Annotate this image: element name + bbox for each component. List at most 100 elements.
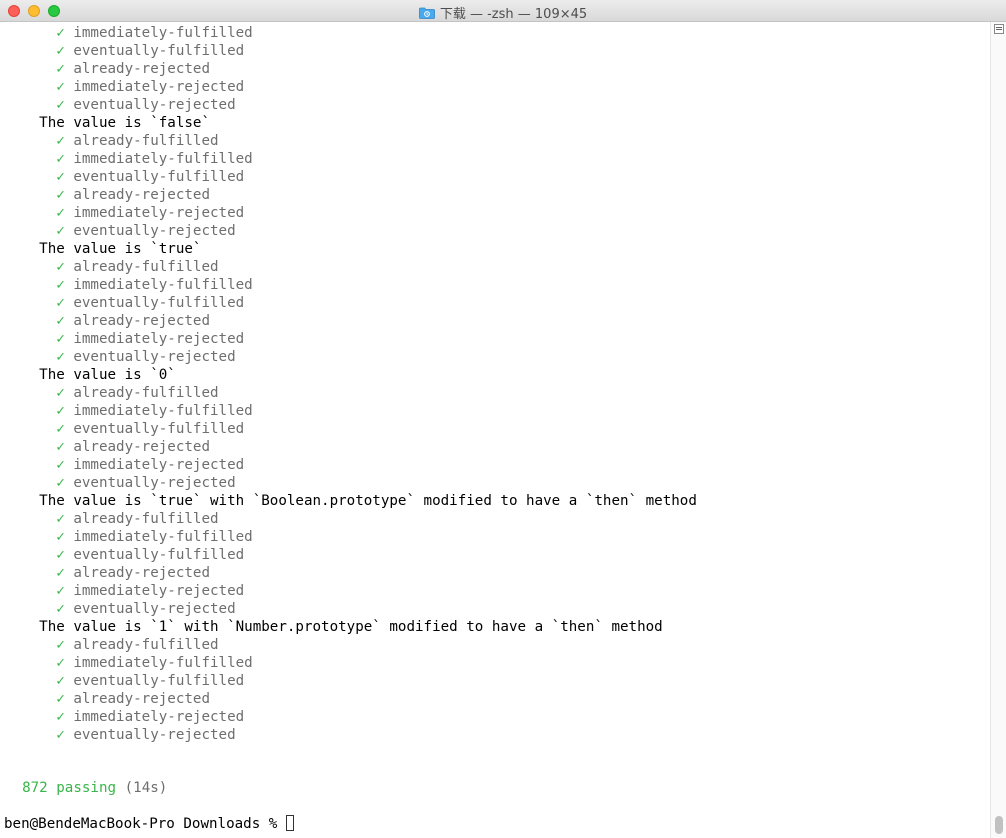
test-pass-line: ✓ eventually-rejected — [5, 726, 236, 744]
text-cursor — [285, 815, 294, 831]
suite-title: The value is `1` with `Number.prototype`… — [39, 619, 663, 635]
check-icon: ✓ — [56, 349, 65, 365]
check-icon: ✓ — [56, 331, 65, 347]
terminal-output[interactable]: ✓ immediately-fulfilled ✓ eventually-ful… — [0, 22, 990, 838]
test-pass-line: ✓ already-fulfilled — [5, 384, 219, 402]
test-name: eventually-rejected — [73, 97, 236, 113]
test-name: immediately-fulfilled — [73, 655, 253, 671]
test-name: already-rejected — [73, 565, 211, 581]
test-name: already-fulfilled — [73, 259, 219, 275]
test-name: already-fulfilled — [73, 511, 219, 527]
test-name: eventually-rejected — [73, 223, 236, 239]
test-pass-line: ✓ already-fulfilled — [5, 636, 218, 654]
vertical-scrollbar[interactable] — [990, 22, 1006, 838]
check-icon: ✓ — [56, 457, 65, 473]
test-pass-line: ✓ eventually-fulfilled — [5, 546, 244, 564]
test-name: already-rejected — [73, 187, 211, 203]
test-summary-line: 872 passing (14s) — [5, 779, 167, 797]
test-pass-line: ✓ eventually-fulfilled — [5, 168, 244, 186]
test-suite-heading: The value is `true` — [5, 240, 201, 258]
test-name: eventually-fulfilled — [73, 421, 245, 437]
split-pane-icon[interactable] — [994, 24, 1004, 34]
test-name: already-fulfilled — [73, 133, 219, 149]
check-icon: ✓ — [56, 529, 65, 545]
shell-prompt: ben@BendeMacBook-Pro Downloads % — [4, 816, 286, 832]
check-icon: ✓ — [56, 727, 65, 743]
test-pass-line: ✓ immediately-fulfilled — [5, 150, 253, 168]
test-name: eventually-fulfilled — [73, 169, 245, 185]
check-icon: ✓ — [56, 511, 65, 527]
test-name: immediately-rejected — [73, 205, 245, 221]
test-pass-line: ✓ immediately-rejected — [5, 582, 244, 600]
check-icon: ✓ — [56, 61, 65, 77]
test-pass-line: ✓ eventually-fulfilled — [5, 42, 244, 60]
check-icon: ✓ — [56, 277, 65, 293]
test-name: eventually-fulfilled — [73, 673, 245, 689]
test-pass-line: ✓ already-rejected — [5, 186, 210, 204]
suite-title: The value is `false` — [39, 115, 211, 131]
check-icon: ✓ — [56, 79, 65, 95]
title-bar[interactable]: 下载 — -zsh — 109×45 — [0, 0, 1006, 22]
check-icon: ✓ — [56, 25, 65, 41]
check-icon: ✓ — [56, 583, 65, 599]
test-name: already-fulfilled — [73, 385, 219, 401]
test-name: already-rejected — [73, 61, 211, 77]
test-name: immediately-fulfilled — [73, 151, 253, 167]
test-name: eventually-rejected — [73, 727, 236, 743]
test-pass-line: ✓ immediately-fulfilled — [5, 528, 252, 546]
test-pass-line: ✓ immediately-rejected — [5, 708, 244, 726]
test-pass-line: ✓ already-rejected — [5, 564, 210, 582]
check-icon: ✓ — [56, 151, 65, 167]
test-pass-line: ✓ eventually-fulfilled — [5, 294, 244, 312]
test-name: immediately-fulfilled — [73, 277, 253, 293]
test-name: already-rejected — [73, 439, 211, 455]
scrollbar-thumb[interactable] — [995, 816, 1003, 834]
test-name: immediately-rejected — [73, 331, 245, 347]
shell-prompt-line[interactable]: ben@BendeMacBook-Pro Downloads % — [4, 815, 294, 833]
test-pass-line: ✓ eventually-rejected — [5, 222, 236, 240]
check-icon: ✓ — [56, 547, 65, 563]
test-pass-line: ✓ already-fulfilled — [5, 132, 219, 150]
test-pass-line: ✓ already-rejected — [5, 438, 210, 456]
terminal-window: 下载 — -zsh — 109×45 ✓ immediately-fulfill… — [0, 0, 1006, 838]
check-icon: ✓ — [56, 169, 65, 185]
test-pass-line: ✓ immediately-fulfilled — [5, 402, 253, 420]
test-pass-line: ✓ immediately-rejected — [5, 204, 244, 222]
check-icon: ✓ — [56, 601, 65, 617]
folder-icon — [418, 7, 435, 19]
test-name: eventually-fulfilled — [73, 295, 245, 311]
test-pass-line: ✓ already-rejected — [5, 312, 210, 330]
check-icon: ✓ — [56, 565, 65, 581]
check-icon: ✓ — [56, 403, 65, 419]
test-pass-line: ✓ already-fulfilled — [5, 258, 219, 276]
test-name: immediately-fulfilled — [73, 403, 253, 419]
test-pass-line: ✓ immediately-fulfilled — [5, 276, 253, 294]
test-name: immediately-rejected — [73, 457, 245, 473]
test-pass-line: ✓ eventually-fulfilled — [5, 672, 244, 690]
suite-title: The value is `true` with `Boolean.protot… — [39, 493, 697, 509]
test-suite-heading: The value is `false` — [5, 114, 210, 132]
test-pass-line: ✓ immediately-fulfilled — [5, 24, 252, 42]
test-pass-line: ✓ already-rejected — [5, 690, 210, 708]
check-icon: ✓ — [56, 691, 65, 707]
window-title: 下载 — -zsh — 109×45 — [439, 7, 588, 22]
test-pass-line: ✓ eventually-rejected — [5, 600, 235, 618]
test-name: already-rejected — [73, 691, 211, 707]
check-icon: ✓ — [56, 439, 65, 455]
check-icon: ✓ — [56, 43, 65, 59]
suite-title: The value is `true` — [39, 241, 202, 257]
test-name: eventually-rejected — [73, 349, 236, 365]
check-icon: ✓ — [56, 187, 65, 203]
test-pass-line: ✓ already-rejected — [5, 60, 210, 78]
test-name: eventually-fulfilled — [73, 547, 245, 563]
test-pass-line: ✓ immediately-rejected — [5, 330, 244, 348]
test-name: immediately-rejected — [73, 583, 245, 599]
test-name: eventually-fulfilled — [73, 43, 245, 59]
test-name: immediately-rejected — [73, 709, 245, 725]
test-pass-line: ✓ eventually-fulfilled — [5, 420, 244, 438]
check-icon: ✓ — [56, 295, 65, 311]
check-icon: ✓ — [56, 133, 65, 149]
check-icon: ✓ — [56, 97, 65, 113]
check-icon: ✓ — [56, 313, 65, 329]
test-suite-heading: The value is `true` with `Boolean.protot… — [5, 492, 697, 510]
